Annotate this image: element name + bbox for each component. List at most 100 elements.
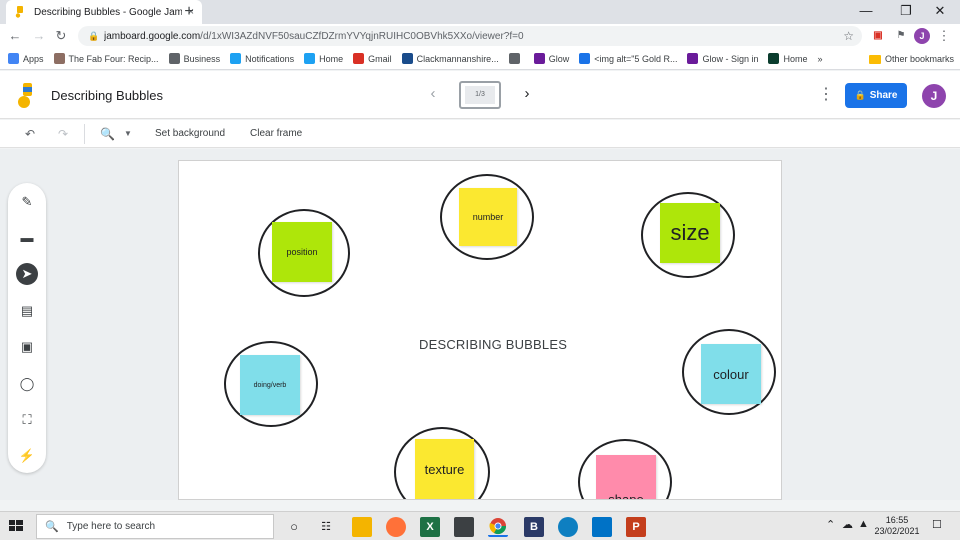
sticky-note-texture[interactable]: texture	[415, 439, 474, 499]
frame-bar-toggle[interactable]: 1/3	[459, 81, 501, 109]
bookmark-label: Home	[319, 53, 344, 64]
back-arrow-icon[interactable]: ←	[6, 27, 24, 45]
address-bar[interactable]: 🔒 jamboard.google.com/d/1xWI3AZdNVF50sau…	[78, 26, 862, 46]
bookmark-label: Home	[783, 53, 808, 64]
eraser-icon[interactable]: ▬	[16, 227, 38, 249]
page-icon	[53, 53, 65, 64]
bookmark-label: <img alt="5 Gold R...	[594, 53, 678, 64]
share-button[interactable]: 🔒 Share	[845, 83, 907, 108]
profile-avatar[interactable]: J	[914, 28, 930, 44]
bookmark-item[interactable]	[508, 53, 524, 64]
cortana-icon[interactable]: ○	[284, 517, 304, 537]
bookmark-item[interactable]: Home	[768, 53, 808, 64]
bookmark-star-icon[interactable]: ☆	[843, 29, 854, 43]
other-bookmarks[interactable]: Other bookmarks	[868, 48, 954, 70]
frame-heading[interactable]: DESCRIBING BUBBLES	[419, 337, 567, 352]
bookmarks-overflow-button[interactable]: »	[818, 54, 823, 64]
document-title[interactable]: Describing Bubbles	[51, 88, 163, 103]
search-icon: 🔍	[45, 521, 59, 533]
undo-icon[interactable]: ↶	[25, 125, 35, 143]
jamboard-tools-row: ↶ ↷ 🔍 ▼ Set background Clear frame	[0, 120, 960, 148]
image-icon[interactable]: ▣	[16, 336, 38, 358]
store-icon[interactable]	[454, 517, 474, 537]
new-tab-button[interactable]: +	[180, 3, 198, 21]
bookmark-label: Glow	[548, 53, 570, 64]
sticky-note-shape[interactable]: shape	[596, 455, 656, 499]
jamboard-logo-icon	[18, 83, 32, 108]
select-pointer-icon[interactable]: ➤	[16, 263, 38, 285]
page-icon	[768, 53, 780, 64]
tab-title: Describing Bubbles - Google Jam	[34, 6, 182, 18]
reload-icon[interactable]: ↻	[52, 27, 70, 45]
taskbar-search-input[interactable]: 🔍 Type here to search	[36, 514, 274, 539]
task-view-icon[interactable]: ☷	[316, 517, 336, 537]
browser-toolbar: ← → ↻ 🔒 jamboard.google.com/d/1xWI3AZdNV…	[0, 24, 960, 48]
zoom-icon[interactable]: 🔍	[100, 125, 115, 143]
url-text: jamboard.google.com/d/1xWI3AZdNVF50sauCZ…	[104, 30, 524, 42]
bookmark-item[interactable]: Notifications	[230, 53, 294, 64]
bookmark-item[interactable]: Glow	[533, 53, 570, 64]
bookmark-item[interactable]: Business	[168, 53, 220, 64]
sticky-note-position[interactable]: position	[272, 222, 332, 282]
bookmark-item[interactable]: Gmail	[353, 53, 392, 64]
bookmarks-bar: Apps The Fab Four: Recip... Business Notifi…	[0, 48, 960, 70]
jam-frame[interactable]: position number size doing/verb colour t…	[178, 160, 782, 500]
circle-shape-icon[interactable]: ◯	[16, 373, 38, 395]
bookmark-item[interactable]: Apps	[8, 53, 44, 64]
notifications-icon[interactable]: ☐	[932, 518, 942, 531]
chrome-icon[interactable]	[488, 517, 508, 537]
previous-frame-icon[interactable]: ‹	[424, 85, 442, 103]
mail-icon[interactable]	[592, 517, 612, 537]
apps-grid-icon	[8, 53, 19, 64]
sticky-note-doing-verb[interactable]: doing/verb	[240, 355, 300, 415]
minimize-button[interactable]: —	[846, 0, 886, 24]
close-window-button[interactable]: ✕	[920, 0, 960, 24]
chrome-logo-icon	[489, 518, 507, 535]
windows-taskbar: 🔍 Type here to search ○ ☷ X B P ⌃ ☁ ▲ 16…	[0, 511, 960, 540]
next-frame-icon[interactable]: ›	[518, 85, 536, 103]
extension-icon[interactable]: ▣	[870, 28, 886, 44]
zoom-dropdown-icon[interactable]: ▼	[124, 125, 132, 143]
bookmark-item[interactable]: Home	[304, 53, 343, 64]
pen-icon[interactable]: ✎	[16, 191, 38, 213]
sticky-note-colour[interactable]: colour	[701, 344, 761, 404]
volume-icon[interactable]: ▲	[858, 518, 869, 530]
set-background-button[interactable]: Set background	[155, 125, 225, 143]
text-box-icon[interactable]: ⛶	[16, 409, 38, 431]
bookmark-item[interactable]: Glow - Sign in	[687, 53, 758, 64]
redo-icon[interactable]: ↷	[58, 125, 68, 143]
clock-date: 23/02/2021	[874, 526, 920, 536]
more-options-icon[interactable]: ⋮	[818, 85, 834, 105]
browser-menu-icon[interactable]: ⋮	[936, 28, 952, 44]
globe-icon	[508, 53, 520, 64]
browser-tab[interactable]: Describing Bubbles - Google Jam ×	[6, 0, 202, 24]
bookmark-item[interactable]: The Fab Four: Recip...	[53, 53, 159, 64]
firefox-icon[interactable]	[386, 517, 406, 537]
bookmark-label: Gmail	[368, 53, 392, 64]
sticky-note-size[interactable]: size	[660, 203, 720, 263]
bookmark-item[interactable]: <img alt="5 Gold R...	[579, 53, 677, 64]
user-avatar[interactable]: J	[922, 84, 946, 108]
bookmark-item[interactable]: Clackmannanshire...	[401, 53, 499, 64]
file-explorer-icon[interactable]	[352, 517, 372, 537]
bookmark-label: The Fab Four: Recip...	[68, 53, 159, 64]
taskbar-clock[interactable]: 16:55 23/02/2021	[872, 515, 922, 537]
bookmark-label: Notifications	[245, 53, 295, 64]
gmail-icon	[353, 53, 365, 64]
network-icon[interactable]: ☁	[842, 518, 853, 531]
excel-icon[interactable]: X	[420, 517, 440, 537]
clear-frame-button[interactable]: Clear frame	[250, 125, 302, 143]
extensions-puzzle-icon[interactable]: ⚑	[893, 28, 909, 44]
forward-arrow-icon[interactable]: →	[30, 27, 48, 45]
laser-icon[interactable]: ⚡	[16, 445, 38, 467]
tray-chevron-icon[interactable]: ⌃	[826, 518, 835, 531]
edge-icon[interactable]	[558, 517, 578, 537]
b-app-icon[interactable]: B	[524, 517, 544, 537]
sticky-note-icon[interactable]: ▤	[16, 300, 38, 322]
folder-icon	[868, 54, 881, 64]
sticky-note-number[interactable]: number	[459, 188, 517, 246]
bookmark-label: Apps	[23, 53, 44, 64]
powerpoint-icon[interactable]: P	[626, 517, 646, 537]
bookmark-label: Clackmannanshire...	[416, 53, 499, 64]
windows-start-icon[interactable]	[6, 516, 26, 536]
